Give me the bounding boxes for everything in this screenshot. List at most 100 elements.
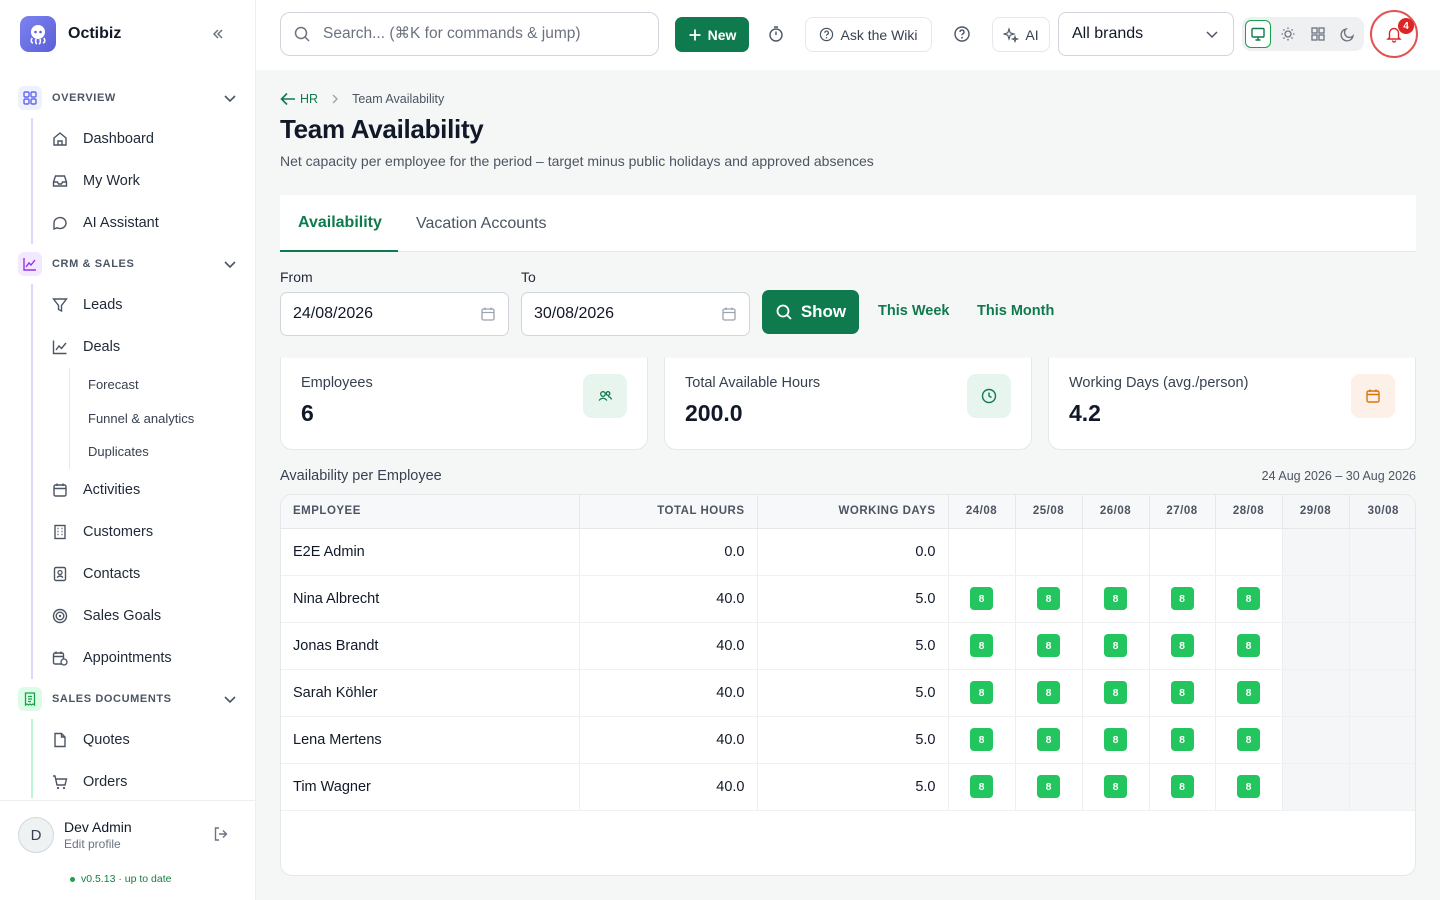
- tab-availability[interactable]: Availability: [280, 195, 398, 252]
- brand-select[interactable]: All brands: [1058, 12, 1234, 56]
- status-dot-icon: [70, 876, 75, 882]
- theme-switcher: [1242, 17, 1364, 51]
- avatar[interactable]: D: [18, 817, 54, 853]
- sidebar-item-quotes[interactable]: Quotes: [33, 719, 255, 761]
- day-cell: 8: [1149, 622, 1216, 670]
- notifications-button[interactable]: 4: [1370, 10, 1418, 58]
- hours-badge: 8: [1170, 587, 1194, 610]
- show-button[interactable]: Show: [762, 290, 859, 334]
- card-label: Working Days (avg./person): [1069, 375, 1249, 391]
- chevron-down-icon[interactable]: [218, 687, 242, 711]
- hours-badge: 8: [1237, 634, 1260, 657]
- hours-badge: 8: [1237, 775, 1260, 798]
- section-header-crm-sales[interactable]: CRM & SALES: [0, 244, 255, 284]
- from-date-value: 24/08/2026: [293, 305, 374, 322]
- theme-dark-button[interactable]: [1335, 20, 1361, 48]
- chevron-down-icon[interactable]: [218, 86, 242, 110]
- working-days-cell: 0.0: [757, 528, 949, 576]
- sidebar-item-deals[interactable]: Deals: [33, 326, 255, 368]
- sidebar-item-appointments[interactable]: Appointments: [33, 637, 255, 679]
- search-icon: [776, 304, 792, 320]
- hours-badge: 8: [1037, 775, 1060, 798]
- user-profile: D Dev Admin Edit profile v0.5.13 · up to…: [0, 800, 255, 900]
- table-row[interactable]: Nina Albrecht 40.0 5.0 8 8 8 8 8: [281, 575, 1415, 623]
- breadcrumb-back-link[interactable]: HR: [280, 92, 318, 106]
- hours-badge: 8: [970, 775, 993, 798]
- column-header-working-days[interactable]: WORKING DAYS: [757, 495, 949, 529]
- logout-button[interactable]: [212, 825, 234, 847]
- working-days-card: Working Days (avg./person) 4.2: [1048, 358, 1416, 450]
- employee-name: Sarah Köhler: [281, 669, 580, 717]
- new-button[interactable]: New: [675, 17, 749, 52]
- day-cell: 8: [1149, 763, 1216, 811]
- sidebar-item-leads[interactable]: Leads: [33, 284, 255, 326]
- theme-light-button[interactable]: [1275, 20, 1301, 48]
- day-cell: [1349, 575, 1415, 623]
- section-header-sales-documents[interactable]: SALES DOCUMENTS: [0, 679, 255, 719]
- sidebar-item-dashboard[interactable]: Dashboard: [33, 118, 255, 160]
- day-cell: [1349, 763, 1415, 811]
- availability-table: EMPLOYEE TOTAL HOURS WORKING DAYS 24/08 …: [280, 494, 1416, 876]
- sidebar-item-my-work[interactable]: My Work: [33, 160, 255, 202]
- sidebar: Octibiz OVERVIEW Dashboard My Work AI As…: [0, 0, 256, 900]
- column-header-day: 27/08: [1149, 495, 1216, 529]
- theme-grid-button[interactable]: [1305, 20, 1331, 48]
- breadcrumb: HR Team Availability: [280, 92, 444, 106]
- question-icon: [954, 26, 970, 42]
- employee-name: Tim Wagner: [281, 763, 580, 811]
- to-date-field[interactable]: 30/08/2026: [521, 292, 750, 336]
- sidebar-item-orders[interactable]: Orders: [33, 761, 255, 799]
- table-row[interactable]: Tim Wagner 40.0 5.0 8 8 8 8 8: [281, 763, 1415, 811]
- table-row[interactable]: Lena Mertens 40.0 5.0 8 8 8 8 8: [281, 716, 1415, 764]
- day-cell: [1082, 528, 1150, 576]
- sidebar-item-sales-goals[interactable]: Sales Goals: [33, 595, 255, 637]
- column-header-employee[interactable]: EMPLOYEE: [281, 495, 580, 529]
- from-date-field[interactable]: 24/08/2026: [280, 292, 509, 336]
- day-cell: 8: [1015, 669, 1083, 717]
- chevron-down-icon[interactable]: [218, 252, 242, 276]
- section-header-overview[interactable]: OVERVIEW: [0, 78, 255, 118]
- day-cell: 8: [948, 669, 1016, 717]
- day-cell: [1349, 622, 1415, 670]
- timer-button[interactable]: [760, 18, 792, 50]
- sidebar-item-contacts[interactable]: Contacts: [33, 553, 255, 595]
- this-week-button[interactable]: This Week: [878, 303, 949, 319]
- contact-card-icon: [53, 566, 67, 581]
- day-cell: 8: [1015, 575, 1083, 623]
- wiki-label: Ask the Wiki: [840, 26, 918, 43]
- table-row[interactable]: Jonas Brandt 40.0 5.0 8 8 8 8 8: [281, 622, 1415, 670]
- search-input[interactable]: [323, 25, 643, 43]
- hours-badge: 8: [1104, 634, 1127, 657]
- sidebar-item-ai-assistant[interactable]: AI Assistant: [33, 202, 255, 244]
- table-row[interactable]: E2E Admin 0.0 0.0: [281, 528, 1415, 576]
- table-body: E2E Admin 0.0 0.0 Nina Albrecht 40.0 5.0 8 8 8 8 8…: [281, 528, 1415, 811]
- chevron-right-icon: [332, 94, 339, 104]
- brand[interactable]: Octibiz: [20, 16, 121, 52]
- sidebar-item-label: Quotes: [83, 731, 130, 748]
- topbar: New Ask the Wiki AI All brands 4: [256, 0, 1440, 70]
- sidebar-subitem-funnel-analytics[interactable]: Funnel & analytics: [70, 402, 255, 436]
- employee-name: Lena Mertens: [281, 716, 580, 764]
- collapse-sidebar-button[interactable]: [206, 22, 230, 46]
- sidebar-item-customers[interactable]: Customers: [33, 511, 255, 553]
- theme-system-button[interactable]: [1245, 20, 1271, 48]
- clock-icon: [967, 374, 1011, 418]
- table-row[interactable]: Sarah Köhler 40.0 5.0 8 8 8 8 8: [281, 669, 1415, 717]
- hours-badge: 8: [970, 728, 993, 751]
- edit-profile-link[interactable]: Edit profile: [64, 837, 121, 851]
- day-cell: 8: [1215, 575, 1283, 623]
- tab-vacation-accounts[interactable]: Vacation Accounts: [416, 195, 546, 252]
- hours-badge: 8: [1104, 728, 1127, 751]
- ask-wiki-button[interactable]: Ask the Wiki: [805, 17, 932, 52]
- help-button[interactable]: [946, 18, 978, 50]
- ai-button[interactable]: AI: [992, 17, 1050, 52]
- filter-bar: From 24/08/2026 To 30/08/2026 Show This …: [280, 252, 1416, 358]
- day-cell: [1282, 528, 1350, 576]
- sidebar-subitem-forecast[interactable]: Forecast: [70, 368, 255, 402]
- this-month-button[interactable]: This Month: [977, 303, 1054, 319]
- column-header-total-hours[interactable]: TOTAL HOURS: [579, 495, 758, 529]
- sidebar-subitem-duplicates[interactable]: Duplicates: [70, 435, 255, 469]
- users-icon: [583, 374, 627, 418]
- search-box[interactable]: [280, 12, 659, 56]
- sidebar-item-activities[interactable]: Activities: [33, 469, 255, 511]
